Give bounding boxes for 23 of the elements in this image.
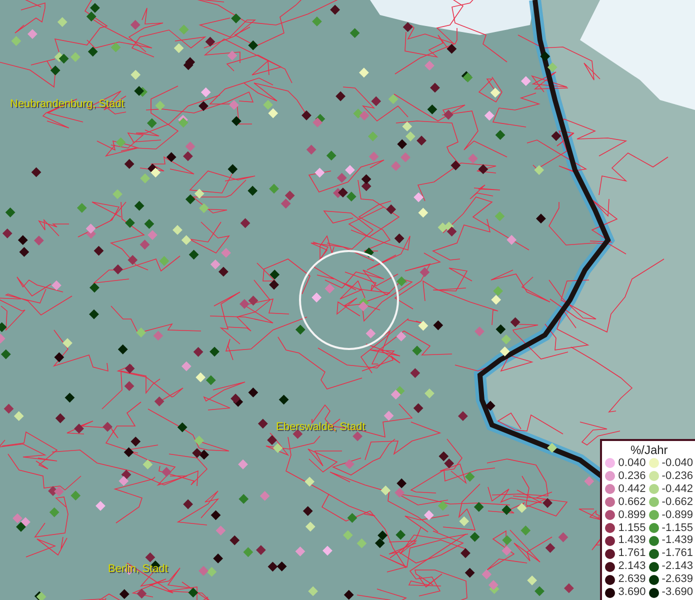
- legend-label: -2.143: [662, 560, 693, 574]
- legend-label: 2.639: [618, 573, 646, 586]
- legend-label: 0.662: [618, 496, 646, 509]
- legend-label: 2.143: [618, 560, 646, 574]
- legend-label: 1.439: [618, 534, 646, 548]
- legend-label: 0.236: [618, 470, 646, 483]
- legend-label: -1.439: [662, 534, 693, 548]
- legend-label: 3.690: [618, 586, 646, 599]
- legend-label: 0.040: [618, 457, 646, 470]
- legend-label: -0.662: [662, 496, 693, 509]
- legend-label: -1.155: [662, 522, 693, 534]
- legend-label: 0.899: [618, 508, 646, 522]
- legend-label: 1.761: [618, 547, 646, 560]
- legend-label: 0.442: [618, 482, 646, 496]
- legend-label: -2.639: [662, 573, 693, 586]
- legend-label: -1.761: [662, 547, 693, 560]
- legend-label: -0.442: [662, 482, 693, 496]
- legend-label: -0.040: [662, 457, 693, 470]
- legend-label: -3.690: [662, 586, 693, 599]
- legend-label: 1.155: [618, 522, 646, 534]
- legend-label: -0.236: [662, 470, 693, 483]
- legend-title: %/Jahr: [629, 443, 669, 458]
- legend-label: -0.899: [662, 508, 693, 522]
